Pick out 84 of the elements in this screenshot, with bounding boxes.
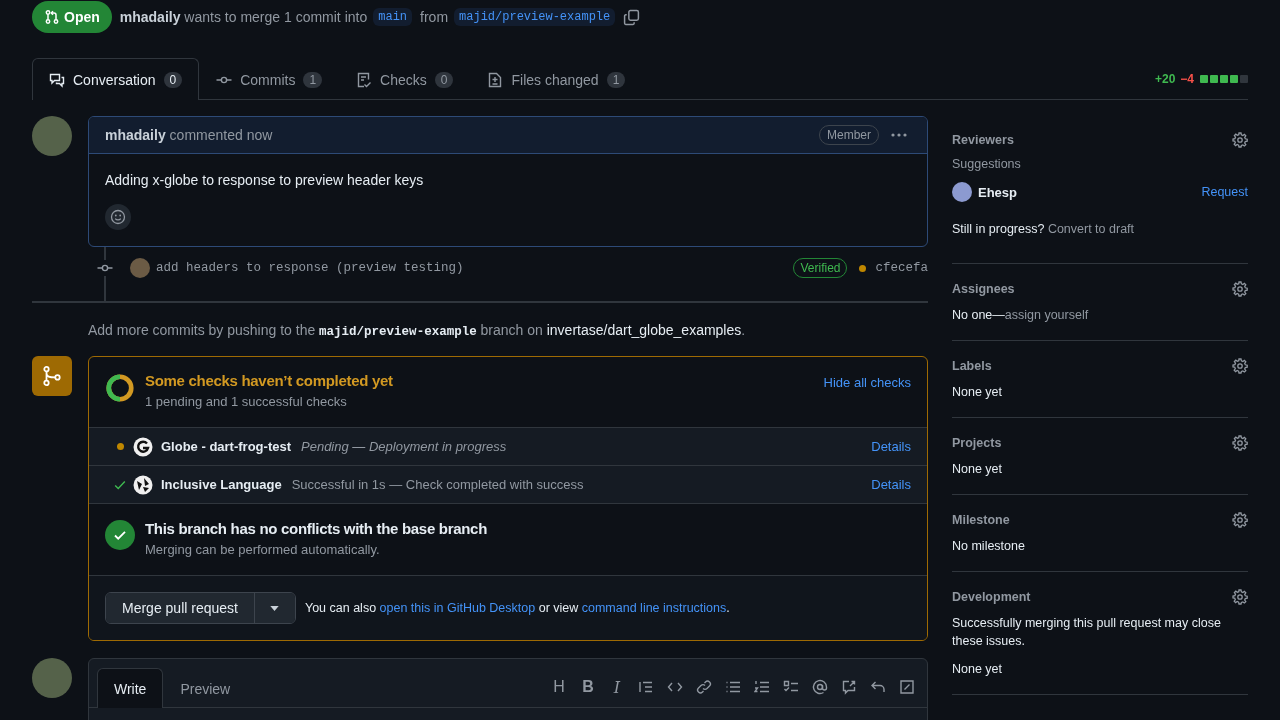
tab[interactable]: Conversation 0: [32, 58, 200, 100]
tab[interactable]: Commits 1: [199, 59, 340, 100]
avatar[interactable]: [130, 258, 150, 278]
settings-icon[interactable]: [1232, 512, 1248, 528]
section-title[interactable]: Assignees: [952, 282, 1015, 296]
request-link[interactable]: Request: [1201, 185, 1248, 199]
comment-text: Adding x-globe to response to preview header keys: [105, 172, 425, 188]
section-value: None yet: [952, 384, 1004, 401]
merge-summary: mhadaily wants to merge 1 commit into: [119, 9, 368, 25]
file-diff-icon: [487, 72, 504, 88]
more-options-icon[interactable]: [891, 133, 907, 137]
check-status: Successful in 1s — Check completed with success: [291, 477, 585, 492]
details-link[interactable]: Details: [871, 477, 911, 492]
editor-tab[interactable]: Preview: [163, 669, 248, 708]
branch-link[interactable]: main: [373, 8, 413, 26]
hide-checks-link[interactable]: Hide all checks: [823, 375, 911, 390]
avatar[interactable]: [32, 658, 72, 698]
push-hint: Add more commits by pushing to the majid/preview-example branch on invertase/dart_globe_examples.: [88, 322, 747, 339]
smiley-icon: [110, 209, 126, 225]
bold-tool[interactable]: B: [580, 678, 596, 696]
avatar[interactable]: [32, 116, 72, 156]
success-icon: [105, 520, 135, 550]
deletions-count: −4: [1180, 72, 1194, 86]
mention-icon[interactable]: [812, 679, 828, 695]
editor-tab[interactable]: Write: [97, 668, 164, 708]
check-name: Globe - dart-frog-test: [161, 439, 291, 454]
settings-icon[interactable]: [1232, 358, 1248, 374]
check-status: Pending — Deployment in progress: [301, 439, 508, 454]
assignees-value: No one—assign yourself: [952, 307, 1090, 324]
branch-icon: [32, 356, 72, 396]
section-title[interactable]: Labels: [952, 359, 992, 373]
commit-sha[interactable]: cfecefa: [875, 261, 928, 275]
details-link[interactable]: Details: [871, 439, 911, 454]
merge-status-title: This branch has no conflicts with the base branch: [145, 520, 489, 537]
section-title[interactable]: Development: [952, 590, 1031, 604]
settings-icon[interactable]: [1232, 435, 1248, 451]
tab[interactable]: Checks 0: [339, 59, 471, 100]
assign-yourself-link[interactable]: assign yourself: [1004, 308, 1089, 322]
caret-icon: [270, 605, 280, 611]
additions-count: +20: [1154, 72, 1176, 86]
avatar[interactable]: [952, 182, 972, 202]
reference-icon[interactable]: [841, 679, 857, 695]
from-label: from: [420, 9, 449, 25]
suggestions-label: Suggestions: [952, 157, 1022, 171]
progress-ring-icon: [105, 373, 135, 403]
section-title[interactable]: Projects: [952, 436, 1002, 450]
quote-icon[interactable]: [638, 679, 654, 695]
settings-icon[interactable]: [1232, 132, 1248, 148]
convert-draft-link[interactable]: Convert to draft: [1047, 222, 1135, 236]
reviewer-name[interactable]: Ehesp: [978, 184, 1202, 200]
speech-bubbles-icon: [49, 71, 65, 88]
comment-meta: mhadaily commented now: [105, 127, 274, 143]
merge-button[interactable]: Merge pull request: [106, 593, 255, 623]
italic-tool[interactable]: I: [609, 677, 625, 697]
settings-icon[interactable]: [1232, 589, 1248, 605]
draft-prompt: Still in progress? Convert to draft: [952, 221, 1136, 238]
commit-message[interactable]: add headers to response (preview testing): [156, 261, 794, 275]
merge-alternatives: You can also open this in GitHub Desktop or view command line instructions.: [304, 601, 730, 615]
heading-tool[interactable]: H: [551, 678, 567, 696]
copy-icon[interactable]: [623, 8, 641, 26]
fullscreen-icon[interactable]: [899, 679, 915, 695]
desktop-link[interactable]: open this in GitHub Desktop: [379, 601, 536, 615]
merge-status-note: Merging can be performed automatically.: [145, 542, 381, 557]
numbers-icon[interactable]: [754, 679, 770, 695]
bullets-icon[interactable]: [725, 679, 741, 695]
checks-title: Some checks haven’t completed yet: [145, 372, 394, 389]
app-logo-icon: [133, 436, 153, 457]
checklist-icon: [356, 72, 373, 88]
checks-summary: 1 pending and 1 successful checks: [145, 394, 348, 409]
reaction-button[interactable]: [105, 204, 131, 230]
undo-icon[interactable]: [870, 679, 886, 695]
section-value: No milestone: [952, 538, 1026, 555]
section-value: None yet: [952, 461, 1004, 478]
check-name: Inclusive Language: [161, 477, 282, 492]
link-icon[interactable]: [696, 679, 712, 695]
branch-link[interactable]: majid/preview-example: [454, 8, 616, 26]
status-badge: Open: [32, 1, 112, 33]
development-note: Successfully merging this pull request may close these issues.: [952, 615, 1222, 650]
section-value: None yet: [952, 661, 1004, 678]
tab[interactable]: Files changed 1: [470, 59, 643, 100]
section-title[interactable]: Milestone: [952, 513, 1010, 527]
app-logo-icon: [133, 474, 153, 495]
section-title[interactable]: Reviewers: [952, 133, 1014, 147]
settings-icon[interactable]: [1232, 281, 1248, 297]
